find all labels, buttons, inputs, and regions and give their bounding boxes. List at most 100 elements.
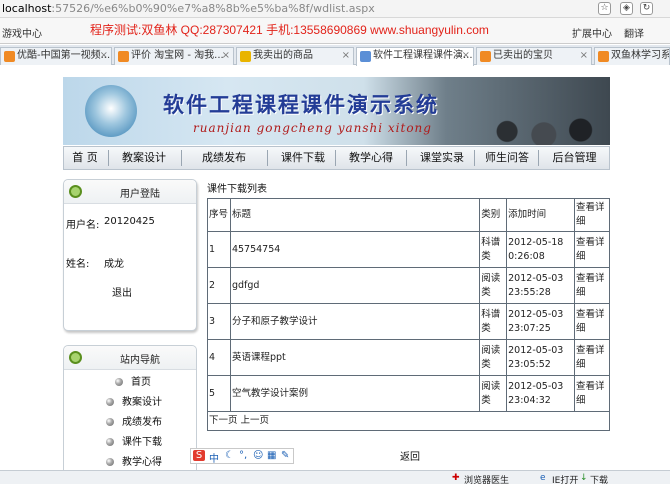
close-icon[interactable]: × <box>462 48 470 64</box>
column-header: 标题 <box>229 198 481 232</box>
tab-shuangyulin[interactable]: 双鱼林学习系统 <box>594 47 670 65</box>
bullet-icon <box>106 438 114 446</box>
ime-mode-label[interactable]: 中 <box>209 450 219 465</box>
tab-taobao-review[interactable]: 评价 淘宝网 - 淘我... × <box>114 47 234 65</box>
site-title: 软件工程课程课件演示系统 <box>163 92 439 117</box>
login-box-title: 用户登陆 <box>120 189 160 200</box>
url-text[interactable]: localhost:57526/%e6%b0%90%e7%a8%8b%e5%ba… <box>2 2 375 15</box>
extension-center-link[interactable]: 扩展中心 <box>572 25 612 40</box>
nav-courseware-download[interactable]: 课件下载 <box>269 147 337 169</box>
close-icon[interactable]: × <box>222 48 230 64</box>
address-bar[interactable]: localhost:57526/%e6%b0%90%e7%a8%8b%e5%ba… <box>0 0 670 18</box>
side-nav-item-grades[interactable]: 成绩发布 <box>106 413 162 428</box>
row-title-link[interactable]: gdfgd <box>229 267 481 304</box>
courseware-table: 序号 标题 类别 添加时间 查看详细 1 45754754 科谱类 2012-0… <box>207 198 610 431</box>
view-detail-link[interactable]: 查看详细 <box>574 267 610 304</box>
refresh-icon[interactable]: ↻ <box>640 2 653 15</box>
promo-text: 程序测试:双鱼林 QQ:287307421 手机:13558690869 www… <box>90 23 489 37</box>
banner-photo <box>463 77 610 145</box>
star-icon[interactable]: ☆ <box>598 2 611 15</box>
tab-courseware[interactable]: 软件工程课程课件演... × <box>356 47 474 66</box>
status-bar: ✚ 浏览器医生 e IE打开 ↓ 下载 <box>0 470 670 486</box>
row-category: 阅读类 <box>479 267 508 304</box>
browser-doctor-link[interactable]: 浏览器医生 <box>464 473 509 486</box>
close-icon[interactable]: × <box>580 48 588 64</box>
login-box: 用户登陆 用户名: 20120425 姓名: 成龙 退出 <box>63 179 197 331</box>
pager-links[interactable]: 下一页 上一页 <box>207 411 610 431</box>
row-category: 科谱类 <box>479 303 508 340</box>
bullet-icon <box>115 378 123 386</box>
download-icon[interactable]: ↓ <box>580 473 588 483</box>
side-nav-item-notes[interactable]: 教学心得 <box>106 453 162 468</box>
tab-sold-items[interactable]: 我卖出的商品 × <box>236 47 354 65</box>
game-center-link[interactable]: 游戏中心 <box>2 25 42 40</box>
name-label: 姓名: <box>66 259 90 270</box>
ie-open-link[interactable]: IE打开 <box>552 473 578 486</box>
settings-icon[interactable]: ✎ <box>281 450 289 461</box>
doctor-icon[interactable]: ✚ <box>452 473 460 483</box>
row-number: 5 <box>207 375 231 412</box>
side-nav-item-lesson-design[interactable]: 教案设计 <box>106 393 162 408</box>
tab-youku[interactable]: 优酷-中国第一视频... × <box>0 47 112 65</box>
keyboard-icon[interactable]: ▦ <box>267 450 276 461</box>
shield-icon[interactable]: ◈ <box>620 2 633 15</box>
nav-divider <box>108 150 109 166</box>
username-value: 20120425 <box>104 216 155 227</box>
site-nav-title: 站内导航 <box>120 355 160 366</box>
table-row: 5 空气教学设计案例 阅读类 2012-05-03 23:04:32 查看详细 <box>207 375 610 412</box>
column-header: 查看详细 <box>574 198 610 232</box>
table-row: 1 45754754 科谱类 2012-05-18 0:26:08 查看详细 <box>207 231 610 268</box>
logout-link[interactable]: 退出 <box>112 284 132 299</box>
ime-toolbar[interactable]: S 中 ☾ °, ☺ ▦ ✎ <box>190 448 294 465</box>
row-title-link[interactable]: 英语课程ppt <box>229 339 481 376</box>
nav-grades[interactable]: 成绩发布 <box>183 147 265 169</box>
row-time: 2012-05-03 23:07:25 <box>506 303 576 340</box>
nav-divider <box>474 150 475 166</box>
nav-teaching-notes[interactable]: 教学心得 <box>337 147 405 169</box>
tab-strip: 优酷-中国第一视频... × 评价 淘宝网 - 淘我... × 我卖出的商品 × 软件… <box>0 45 670 66</box>
tab-favicon-icon <box>360 51 371 62</box>
row-title-link[interactable]: 空气教学设计案例 <box>229 375 481 412</box>
punctuation-icon[interactable]: °, <box>239 450 247 461</box>
username-label: 用户名: <box>66 220 100 231</box>
view-detail-link[interactable]: 查看详细 <box>574 303 610 340</box>
back-link[interactable]: 返回 <box>400 448 420 463</box>
moon-icon[interactable]: ☾ <box>225 450 234 461</box>
side-nav-item-courseware[interactable]: 课件下载 <box>106 433 162 448</box>
row-time: 2012-05-03 23:05:52 <box>506 339 576 376</box>
view-detail-link[interactable]: 查看详细 <box>574 339 610 376</box>
nav-admin[interactable]: 后台管理 <box>540 147 609 169</box>
name-value: 成龙 <box>104 259 124 270</box>
login-box-header: 用户登陆 <box>64 180 196 204</box>
nav-lesson-design[interactable]: 教案设计 <box>110 147 178 169</box>
url-host: localhost <box>2 2 52 15</box>
translate-link[interactable]: 翻译 <box>624 25 644 40</box>
view-detail-link[interactable]: 查看详细 <box>574 375 610 412</box>
tab-favicon-icon <box>118 51 129 62</box>
table-row: 3 分子和原子教学设计 科谱类 2012-05-03 23:07:25 查看详细 <box>207 303 610 340</box>
nav-qa[interactable]: 师生问答 <box>476 147 538 169</box>
nav-divider <box>538 150 539 166</box>
close-icon[interactable]: × <box>342 48 350 64</box>
bullet-icon <box>106 418 114 426</box>
tab-favicon-icon <box>480 51 491 62</box>
row-title-link[interactable]: 分子和原子教学设计 <box>229 303 481 340</box>
row-time: 2012-05-03 23:55:28 <box>506 267 576 304</box>
row-time: 2012-05-18 0:26:08 <box>506 231 576 268</box>
side-nav-item-home[interactable]: 首页 <box>115 373 151 388</box>
nav-home[interactable]: 首 页 <box>64 147 106 169</box>
tab-sold-goods[interactable]: 已卖出的宝贝 × <box>476 47 592 65</box>
row-category: 阅读类 <box>479 339 508 376</box>
url-path: :57526/%e6%b0%90%e7%a8%8b%e5%ba%8f/wdlis… <box>51 2 375 15</box>
nav-divider <box>267 150 268 166</box>
view-detail-link[interactable]: 查看详细 <box>574 231 610 268</box>
emoji-icon[interactable]: ☺ <box>253 450 263 461</box>
download-link[interactable]: 下载 <box>590 473 608 486</box>
nav-classroom-records[interactable]: 课堂实录 <box>408 147 476 169</box>
column-header: 添加时间 <box>506 198 576 232</box>
nav-divider <box>181 150 182 166</box>
favorites-bar: 游戏中心 程序测试:双鱼林 QQ:287307421 手机:1355869086… <box>0 18 670 44</box>
ie-icon[interactable]: e <box>540 473 546 483</box>
close-icon[interactable]: × <box>100 48 108 64</box>
row-title-link[interactable]: 45754754 <box>229 231 481 268</box>
